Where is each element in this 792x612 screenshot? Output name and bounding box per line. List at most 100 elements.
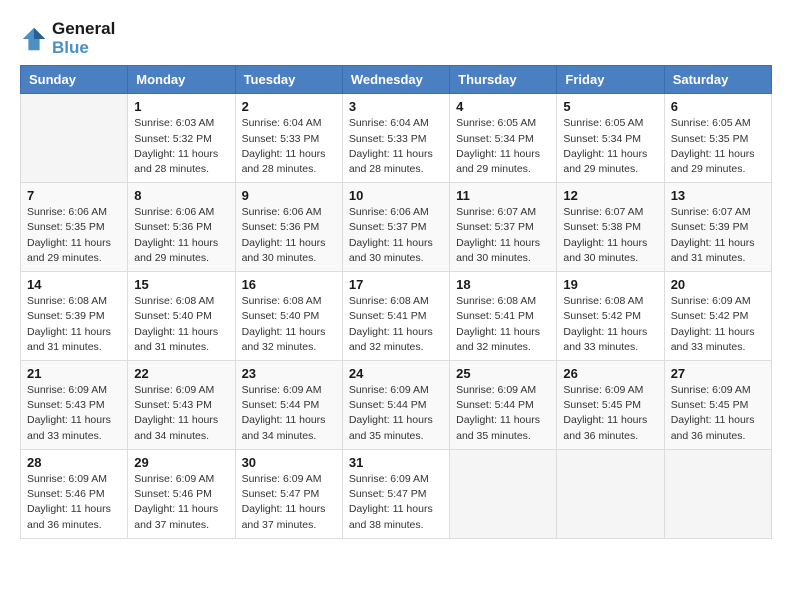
calendar-week-row: 21 Sunrise: 6:09 AM Sunset: 5:43 PM Dayli… xyxy=(21,361,772,450)
calendar-day-cell: 26Sunrise: 6:09 AM Sunset: 5:45 PM Dayli… xyxy=(557,361,664,450)
day-detail: Sunrise: 6:03 AM Sunset: 5:32 PM Dayligh… xyxy=(134,116,228,177)
day-number: 30 xyxy=(242,455,336,470)
calendar-day-cell: 11 Sunrise: 6:07 AM Sunset: 5:37 PM Dayli… xyxy=(450,183,557,272)
day-detail: Sunrise: 6:07 AM Sunset: 5:39 PM Dayligh… xyxy=(671,205,765,266)
calendar-day-cell: 18 Sunrise: 6:08 AM Sunset: 5:41 PM Dayli… xyxy=(450,272,557,361)
day-detail: Sunrise: 6:06 AM Sunset: 5:37 PM Dayligh… xyxy=(349,205,443,266)
day-number: 11 xyxy=(456,188,550,203)
day-detail: Sunrise: 6:09 AM Sunset: 5:43 PM Dayligh… xyxy=(134,383,228,444)
day-number: 15 xyxy=(134,277,228,292)
day-number: 1 xyxy=(134,99,228,114)
day-detail: Sunrise: 6:09 AM Sunset: 5:44 PM Dayligh… xyxy=(456,383,550,444)
calendar-day-cell: 7 Sunrise: 6:06 AM Sunset: 5:35 PM Daylig… xyxy=(21,183,128,272)
day-detail: Sunrise: 6:05 AM Sunset: 5:34 PM Dayligh… xyxy=(456,116,550,177)
calendar-weekday-header: Tuesday xyxy=(235,66,342,94)
page-header: General Blue xyxy=(20,20,772,57)
day-number: 20 xyxy=(671,277,765,292)
day-number: 9 xyxy=(242,188,336,203)
day-number: 26 xyxy=(563,366,657,381)
day-number: 21 xyxy=(27,366,121,381)
day-detail: Sunrise: 6:09 AM Sunset: 5:45 PM Dayligh… xyxy=(671,383,765,444)
day-detail: Sunrise: 6:08 AM Sunset: 5:40 PM Dayligh… xyxy=(134,294,228,355)
day-number: 3 xyxy=(349,99,443,114)
calendar-day-cell: 8 Sunrise: 6:06 AM Sunset: 5:36 PM Daylig… xyxy=(128,183,235,272)
calendar-week-row: 7 Sunrise: 6:06 AM Sunset: 5:35 PM Daylig… xyxy=(21,183,772,272)
calendar-week-row: 28Sunrise: 6:09 AM Sunset: 5:46 PM Dayli… xyxy=(21,449,772,538)
day-detail: Sunrise: 6:09 AM Sunset: 5:47 PM Dayligh… xyxy=(242,472,336,533)
logo-icon xyxy=(20,25,48,53)
day-detail: Sunrise: 6:07 AM Sunset: 5:38 PM Dayligh… xyxy=(563,205,657,266)
calendar-day-cell: 16Sunrise: 6:08 AM Sunset: 5:40 PM Dayli… xyxy=(235,272,342,361)
calendar-day-cell: 28Sunrise: 6:09 AM Sunset: 5:46 PM Dayli… xyxy=(21,449,128,538)
day-number: 10 xyxy=(349,188,443,203)
calendar-day-cell: 2 Sunrise: 6:04 AM Sunset: 5:33 PM Daylig… xyxy=(235,94,342,183)
calendar-day-cell: 4 Sunrise: 6:05 AM Sunset: 5:34 PM Daylig… xyxy=(450,94,557,183)
calendar-day-cell: 30 Sunrise: 6:09 AM Sunset: 5:47 PM Dayli… xyxy=(235,449,342,538)
day-detail: Sunrise: 6:07 AM Sunset: 5:37 PM Dayligh… xyxy=(456,205,550,266)
day-number: 5 xyxy=(563,99,657,114)
day-number: 23 xyxy=(242,366,336,381)
day-detail: Sunrise: 6:09 AM Sunset: 5:44 PM Dayligh… xyxy=(349,383,443,444)
day-detail: Sunrise: 6:08 AM Sunset: 5:39 PM Dayligh… xyxy=(27,294,121,355)
day-detail: Sunrise: 6:09 AM Sunset: 5:47 PM Dayligh… xyxy=(349,472,443,533)
day-number: 4 xyxy=(456,99,550,114)
day-number: 7 xyxy=(27,188,121,203)
day-number: 8 xyxy=(134,188,228,203)
day-number: 2 xyxy=(242,99,336,114)
day-number: 29 xyxy=(134,455,228,470)
calendar-day-cell: 9 Sunrise: 6:06 AM Sunset: 5:36 PM Daylig… xyxy=(235,183,342,272)
calendar-day-cell xyxy=(664,449,771,538)
day-detail: Sunrise: 6:05 AM Sunset: 5:35 PM Dayligh… xyxy=(671,116,765,177)
calendar-day-cell: 20 Sunrise: 6:09 AM Sunset: 5:42 PM Dayli… xyxy=(664,272,771,361)
day-detail: Sunrise: 6:06 AM Sunset: 5:36 PM Dayligh… xyxy=(134,205,228,266)
day-detail: Sunrise: 6:08 AM Sunset: 5:41 PM Dayligh… xyxy=(349,294,443,355)
calendar-weekday-header: Saturday xyxy=(664,66,771,94)
day-number: 14 xyxy=(27,277,121,292)
logo: General Blue xyxy=(20,20,115,57)
calendar-weekday-header: Sunday xyxy=(21,66,128,94)
calendar-header-row: SundayMondayTuesdayWednesdayThursdayFrid… xyxy=(21,66,772,94)
calendar-day-cell xyxy=(557,449,664,538)
day-detail: Sunrise: 6:09 AM Sunset: 5:43 PM Dayligh… xyxy=(27,383,121,444)
day-detail: Sunrise: 6:08 AM Sunset: 5:41 PM Dayligh… xyxy=(456,294,550,355)
day-detail: Sunrise: 6:05 AM Sunset: 5:34 PM Dayligh… xyxy=(563,116,657,177)
calendar-day-cell: 22 Sunrise: 6:09 AM Sunset: 5:43 PM Dayli… xyxy=(128,361,235,450)
day-number: 18 xyxy=(456,277,550,292)
calendar-day-cell: 1 Sunrise: 6:03 AM Sunset: 5:32 PM Daylig… xyxy=(128,94,235,183)
day-number: 17 xyxy=(349,277,443,292)
day-detail: Sunrise: 6:09 AM Sunset: 5:44 PM Dayligh… xyxy=(242,383,336,444)
calendar-day-cell: 25 Sunrise: 6:09 AM Sunset: 5:44 PM Dayli… xyxy=(450,361,557,450)
calendar-table: SundayMondayTuesdayWednesdayThursdayFrid… xyxy=(20,65,772,538)
calendar-weekday-header: Thursday xyxy=(450,66,557,94)
calendar-day-cell: 6Sunrise: 6:05 AM Sunset: 5:35 PM Daylig… xyxy=(664,94,771,183)
calendar-day-cell: 23 Sunrise: 6:09 AM Sunset: 5:44 PM Dayli… xyxy=(235,361,342,450)
calendar-day-cell xyxy=(21,94,128,183)
calendar-week-row: 14 Sunrise: 6:08 AM Sunset: 5:39 PM Dayli… xyxy=(21,272,772,361)
calendar-day-cell: 29Sunrise: 6:09 AM Sunset: 5:46 PM Dayli… xyxy=(128,449,235,538)
calendar-day-cell: 5 Sunrise: 6:05 AM Sunset: 5:34 PM Daylig… xyxy=(557,94,664,183)
day-detail: Sunrise: 6:06 AM Sunset: 5:36 PM Dayligh… xyxy=(242,205,336,266)
day-detail: Sunrise: 6:08 AM Sunset: 5:42 PM Dayligh… xyxy=(563,294,657,355)
calendar-weekday-header: Wednesday xyxy=(342,66,449,94)
day-number: 22 xyxy=(134,366,228,381)
day-detail: Sunrise: 6:04 AM Sunset: 5:33 PM Dayligh… xyxy=(242,116,336,177)
day-number: 16 xyxy=(242,277,336,292)
calendar-day-cell: 13Sunrise: 6:07 AM Sunset: 5:39 PM Dayli… xyxy=(664,183,771,272)
day-detail: Sunrise: 6:06 AM Sunset: 5:35 PM Dayligh… xyxy=(27,205,121,266)
day-number: 19 xyxy=(563,277,657,292)
calendar-day-cell: 31 Sunrise: 6:09 AM Sunset: 5:47 PM Dayli… xyxy=(342,449,449,538)
day-detail: Sunrise: 6:09 AM Sunset: 5:46 PM Dayligh… xyxy=(27,472,121,533)
calendar-day-cell: 24 Sunrise: 6:09 AM Sunset: 5:44 PM Dayli… xyxy=(342,361,449,450)
day-number: 24 xyxy=(349,366,443,381)
calendar-day-cell: 15 Sunrise: 6:08 AM Sunset: 5:40 PM Dayli… xyxy=(128,272,235,361)
calendar-day-cell: 19 Sunrise: 6:08 AM Sunset: 5:42 PM Dayli… xyxy=(557,272,664,361)
calendar-day-cell: 12 Sunrise: 6:07 AM Sunset: 5:38 PM Dayli… xyxy=(557,183,664,272)
day-number: 12 xyxy=(563,188,657,203)
day-detail: Sunrise: 6:09 AM Sunset: 5:42 PM Dayligh… xyxy=(671,294,765,355)
logo-text: General Blue xyxy=(52,20,115,57)
day-number: 25 xyxy=(456,366,550,381)
calendar-day-cell: 10 Sunrise: 6:06 AM Sunset: 5:37 PM Dayli… xyxy=(342,183,449,272)
day-number: 31 xyxy=(349,455,443,470)
calendar-weekday-header: Friday xyxy=(557,66,664,94)
calendar-weekday-header: Monday xyxy=(128,66,235,94)
